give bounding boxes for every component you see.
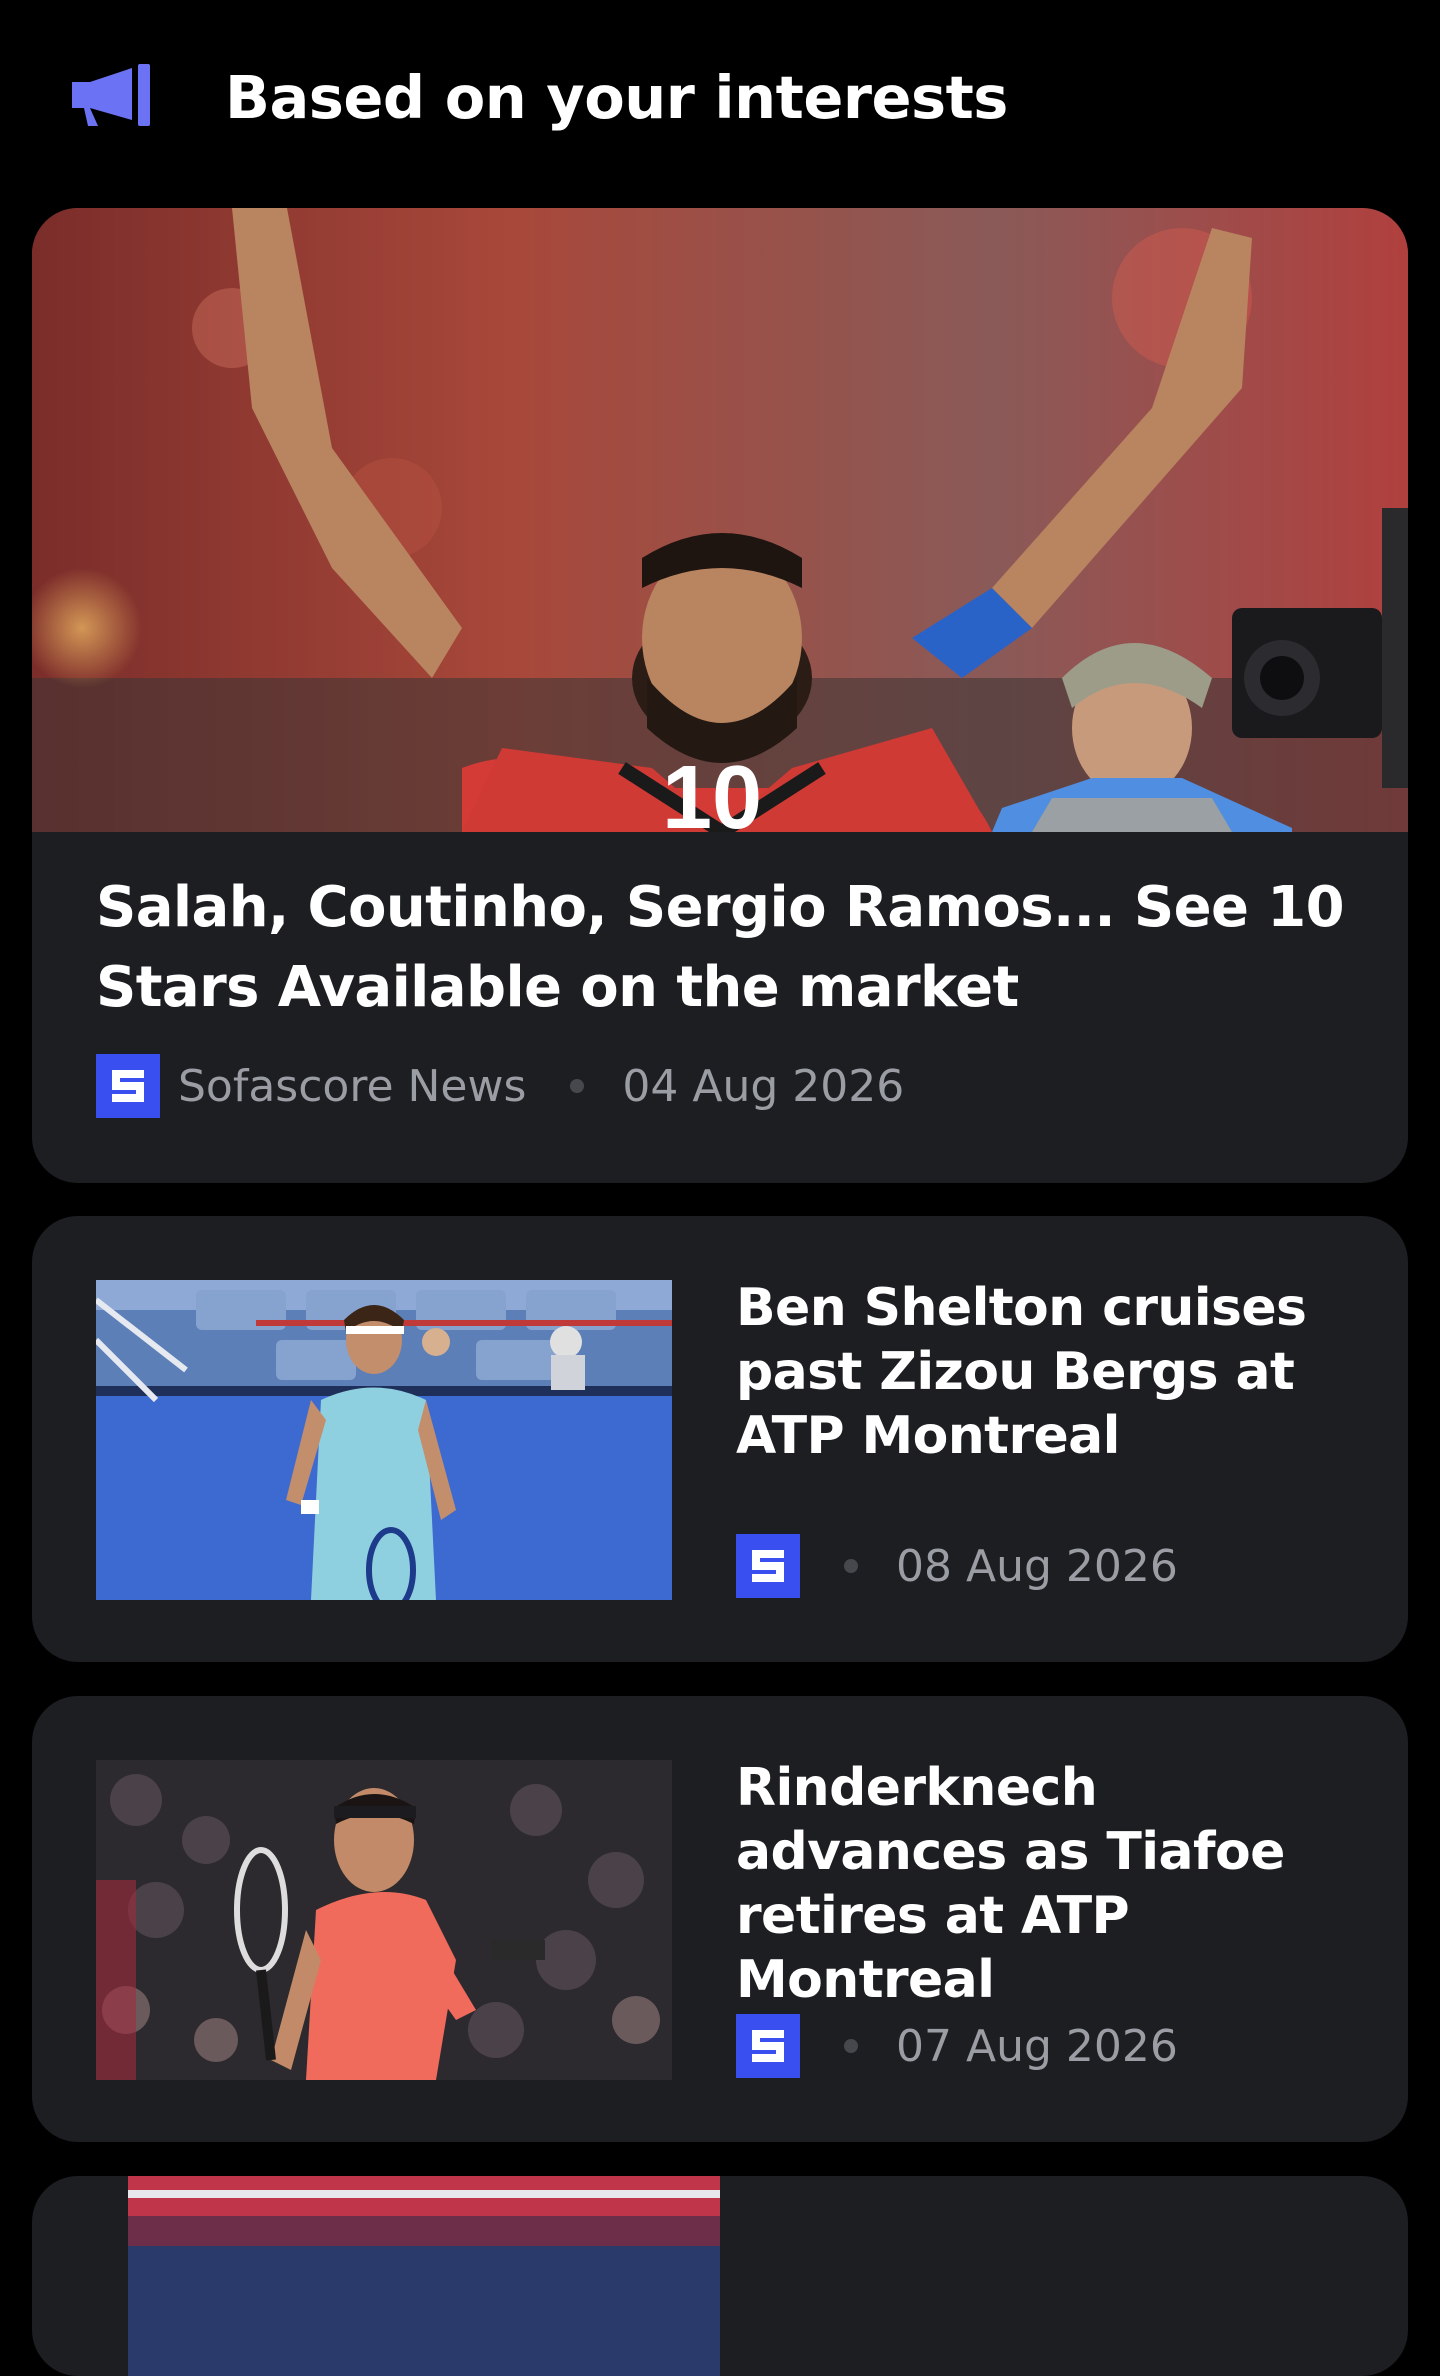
article-thumbnail[interactable] <box>96 1280 672 1600</box>
separator-dot <box>844 1559 858 1573</box>
article-title[interactable]: Ben Shelton cruises past Zizou Bergs at … <box>736 1276 1376 1468</box>
article-thumbnail[interactable] <box>128 2176 720 2376</box>
article-date: 04 Aug 2026 <box>622 1060 905 1112</box>
article-title[interactable]: Salah, Coutinho, Sergio Ramos... See 10 … <box>96 868 1346 1028</box>
article-card[interactable]: Ben Shelton cruises past Zizou Bergs at … <box>32 1216 1408 1662</box>
article-meta: 08 Aug 2026 <box>736 1534 1178 1598</box>
section-title: Based on your interests <box>225 63 1008 132</box>
source-name: Sofascore News <box>178 1060 527 1112</box>
article-card[interactable]: Rinderknech advances as Tiafoe retires a… <box>32 1696 1408 2142</box>
separator-dot <box>844 2039 858 2053</box>
article-image[interactable]: 10 <box>32 208 1408 832</box>
article-meta: 07 Aug 2026 <box>736 2014 1178 2078</box>
article-meta: Sofascore News 04 Aug 2026 <box>96 1054 904 1118</box>
featured-article-card[interactable]: 10 Salah, Coutinho, Sergio Ramos... See … <box>32 208 1408 1183</box>
megaphone-icon <box>70 62 154 130</box>
sofascore-logo-icon <box>736 2014 800 2078</box>
svg-text:10: 10 <box>662 748 762 832</box>
article-date: 07 Aug 2026 <box>896 2020 1178 2072</box>
sofascore-logo-icon <box>96 1054 160 1118</box>
separator-dot <box>570 1079 585 1093</box>
article-card[interactable] <box>32 2176 1408 2376</box>
article-thumbnail[interactable] <box>96 1760 672 2080</box>
section-header: Based on your interests <box>0 0 1440 200</box>
article-date: 08 Aug 2026 <box>896 1540 1178 1592</box>
article-title[interactable]: Rinderknech advances as Tiafoe retires a… <box>736 1756 1376 2012</box>
sofascore-logo-icon <box>736 1534 800 1598</box>
